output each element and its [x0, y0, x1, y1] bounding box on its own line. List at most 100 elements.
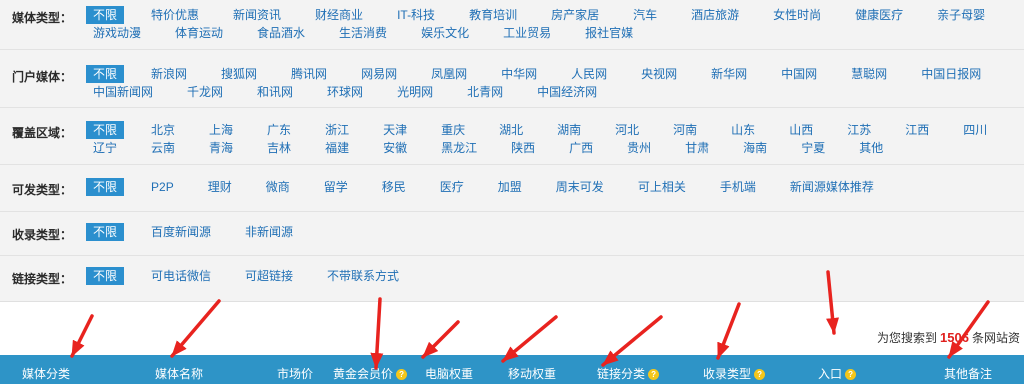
column-entry: 入口: [818, 367, 857, 381]
filter-option[interactable]: 其他: [852, 139, 890, 157]
filter-option[interactable]: 广东: [260, 121, 298, 139]
filter-label: 收录类型：: [12, 228, 73, 242]
filter-option[interactable]: 周末可发: [549, 178, 611, 196]
filter-option-selected[interactable]: 不限: [86, 121, 125, 139]
filter-option[interactable]: 健康医疗: [848, 6, 910, 24]
filter-option[interactable]: IT-科技: [390, 6, 442, 24]
filter-option[interactable]: 广西: [562, 139, 600, 157]
help-icon[interactable]: [648, 368, 660, 380]
filter-option[interactable]: 可电话微信: [144, 267, 218, 285]
filter-option[interactable]: 环球网: [320, 83, 370, 101]
filter-option[interactable]: 特价优惠: [144, 6, 206, 24]
filter-option[interactable]: 网易网: [354, 65, 404, 83]
filter-row-indexing-type: 收录类型： 不限 百度新闻源 非新闻源: [0, 212, 1024, 256]
filter-option[interactable]: 新华网: [704, 65, 754, 83]
filter-option[interactable]: 移民: [375, 178, 413, 196]
filter-option[interactable]: 可超链接: [238, 267, 300, 285]
filter-option[interactable]: 上海: [202, 121, 240, 139]
filter-option[interactable]: 加盟: [491, 178, 529, 196]
filter-option[interactable]: 甘肃: [678, 139, 716, 157]
filter-option[interactable]: 青海: [202, 139, 240, 157]
filter-option[interactable]: 工业贸易: [496, 24, 558, 42]
column-label: 入口: [818, 367, 843, 381]
filter-option[interactable]: 腾讯网: [284, 65, 334, 83]
filter-option[interactable]: 生活消费: [332, 24, 394, 42]
filter-option[interactable]: 游戏动漫: [86, 24, 148, 42]
filter-option[interactable]: 中国网: [774, 65, 824, 83]
filter-option[interactable]: 海南: [736, 139, 774, 157]
filter-option[interactable]: 河南: [666, 121, 704, 139]
filter-option[interactable]: 百度新闻源: [144, 223, 218, 241]
filter-option[interactable]: 山东: [724, 121, 762, 139]
filter-option[interactable]: 中华网: [494, 65, 544, 83]
filter-option[interactable]: 房产家居: [544, 6, 606, 24]
help-icon[interactable]: [845, 368, 857, 380]
filter-option[interactable]: 人民网: [564, 65, 614, 83]
filter-option[interactable]: 汽车: [626, 6, 664, 24]
filter-option[interactable]: 食品酒水: [250, 24, 312, 42]
column-other-notes: 其他备注: [944, 367, 992, 381]
filter-option[interactable]: 中国经济网: [530, 83, 604, 101]
filter-option[interactable]: 辽宁: [86, 139, 124, 157]
filter-option[interactable]: 酒店旅游: [684, 6, 746, 24]
filter-option[interactable]: 河北: [608, 121, 646, 139]
filter-option[interactable]: 湖北: [492, 121, 530, 139]
filter-option[interactable]: 凤凰网: [424, 65, 474, 83]
column-label: 媒体分类: [22, 367, 71, 381]
filter-option[interactable]: 中国日报网: [914, 65, 988, 83]
filter-option[interactable]: 千龙网: [180, 83, 230, 101]
filter-option[interactable]: 云南: [144, 139, 182, 157]
filter-option[interactable]: 湖南: [550, 121, 588, 139]
filter-options: 不限 特价优惠 新闻资讯 财经商业 IT-科技 教育培训 房产家居 汽车 酒店旅游 女性时尚 健康医…: [86, 6, 1011, 42]
filter-option-selected[interactable]: 不限: [86, 65, 125, 83]
filter-option[interactable]: 新闻源媒体推荐: [783, 178, 881, 196]
filter-option[interactable]: 体育运动: [168, 24, 230, 42]
filter-option[interactable]: 贵州: [620, 139, 658, 157]
filter-option[interactable]: 吉林: [260, 139, 298, 157]
filter-option[interactable]: 江西: [898, 121, 936, 139]
filter-option[interactable]: 新浪网: [144, 65, 194, 83]
filter-option[interactable]: 理财: [201, 178, 239, 196]
filter-option[interactable]: 重庆: [434, 121, 472, 139]
help-icon[interactable]: [396, 368, 408, 380]
filter-option[interactable]: 光明网: [390, 83, 440, 101]
filter-option[interactable]: 教育培训: [462, 6, 524, 24]
filter-option[interactable]: 女性时尚: [766, 6, 828, 24]
filter-option[interactable]: 非新闻源: [238, 223, 300, 241]
filter-option[interactable]: 亲子母婴: [930, 6, 992, 24]
filter-option[interactable]: 娱乐文化: [414, 24, 476, 42]
filter-option[interactable]: 财经商业: [308, 6, 370, 24]
filter-option-selected[interactable]: 不限: [86, 178, 125, 196]
filter-option[interactable]: 北青网: [460, 83, 510, 101]
filter-option[interactable]: 四川: [956, 121, 994, 139]
filter-option[interactable]: 医疗: [433, 178, 471, 196]
filter-option[interactable]: 北京: [144, 121, 182, 139]
filter-option[interactable]: 慧聪网: [844, 65, 894, 83]
filter-option-selected[interactable]: 不限: [86, 6, 125, 24]
filter-option[interactable]: 新闻资讯: [226, 6, 288, 24]
filter-option[interactable]: 可上相关: [631, 178, 693, 196]
filter-option[interactable]: 央视网: [634, 65, 684, 83]
filter-option[interactable]: P2P: [144, 178, 181, 196]
help-icon[interactable]: [754, 368, 766, 380]
filter-option[interactable]: 留学: [317, 178, 355, 196]
filter-option[interactable]: 山西: [782, 121, 820, 139]
filter-option[interactable]: 天津: [376, 121, 414, 139]
filter-option-selected[interactable]: 不限: [86, 223, 125, 241]
filter-option[interactable]: 黑龙江: [434, 139, 484, 157]
filter-option[interactable]: 福建: [318, 139, 356, 157]
filter-option[interactable]: 不带联系方式: [320, 267, 406, 285]
filter-option[interactable]: 报社官媒: [578, 24, 640, 42]
filter-option[interactable]: 江苏: [840, 121, 878, 139]
filter-option[interactable]: 中国新闻网: [86, 83, 160, 101]
column-media-category: 媒体分类: [22, 367, 70, 381]
filter-option[interactable]: 安徽: [376, 139, 414, 157]
filter-option[interactable]: 和讯网: [250, 83, 300, 101]
filter-option-selected[interactable]: 不限: [86, 267, 125, 285]
filter-option[interactable]: 浙江: [318, 121, 356, 139]
filter-option[interactable]: 手机端: [713, 178, 763, 196]
filter-option[interactable]: 微商: [259, 178, 297, 196]
filter-option[interactable]: 宁夏: [794, 139, 832, 157]
filter-option[interactable]: 陕西: [504, 139, 542, 157]
filter-option[interactable]: 搜狐网: [214, 65, 264, 83]
